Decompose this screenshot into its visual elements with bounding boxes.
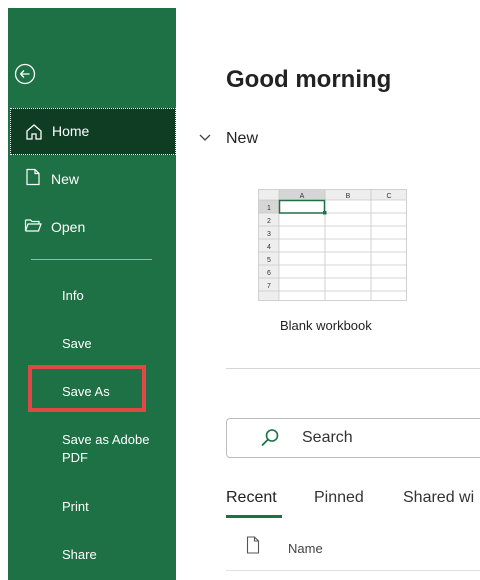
sidebar-item-label: Home [52,123,90,139]
tab-shared-with-me[interactable]: Shared wi [403,489,474,507]
blank-workbook-thumbnail[interactable]: A B C 1 2 3 4 5 6 7 [258,189,407,301]
list-divider [226,570,480,571]
list-column-name[interactable]: Name [288,541,323,556]
sidebar-item-label: Open [51,219,86,235]
template-row-7: 7 [267,283,271,290]
sidebar-item-new[interactable]: New [10,168,176,192]
active-tab-indicator [226,515,282,518]
search-input[interactable]: Search [302,429,353,447]
template-label-blank-workbook[interactable]: Blank workbook [280,318,372,333]
tab-pinned[interactable]: Pinned [314,489,364,507]
new-document-icon [26,168,40,186]
tab-recent[interactable]: Recent [226,489,277,507]
template-row-6: 6 [267,270,271,277]
section-title-new: New [226,130,259,147]
template-col-c: C [386,193,391,200]
sidebar-item-label: New [51,171,80,187]
search-box[interactable]: Search [226,418,480,458]
template-row-1: 1 [267,205,271,212]
home-icon [26,124,42,140]
template-row-4: 4 [267,244,271,251]
sidebar-item-share[interactable]: Share [62,546,97,564]
back-arrow-circle-icon[interactable] [14,63,36,85]
template-col-a: A [300,193,305,200]
page-title: Good morning [226,66,392,93]
search-icon [261,429,279,447]
file-type-icon [246,536,260,554]
template-row-3: 3 [267,231,271,238]
template-row-5: 5 [267,257,271,264]
sidebar-item-open[interactable]: Open [10,216,176,240]
sidebar-item-home[interactable]: Home [10,108,176,155]
backstage-sidebar [8,8,176,580]
open-folder-icon [24,219,42,232]
sidebar-item-save-as-adobe-pdf[interactable]: Save as Adobe PDF [62,431,172,467]
template-col-b: B [346,193,351,200]
save-as-highlight-box [28,365,146,412]
sidebar-item-print[interactable]: Print [62,498,89,516]
sidebar-divider [31,259,152,260]
chevron-down-icon[interactable] [198,133,212,143]
sidebar-item-info[interactable]: Info [62,287,84,305]
template-row-2: 2 [267,218,271,225]
section-divider [226,368,480,369]
sidebar-item-save[interactable]: Save [62,335,92,353]
